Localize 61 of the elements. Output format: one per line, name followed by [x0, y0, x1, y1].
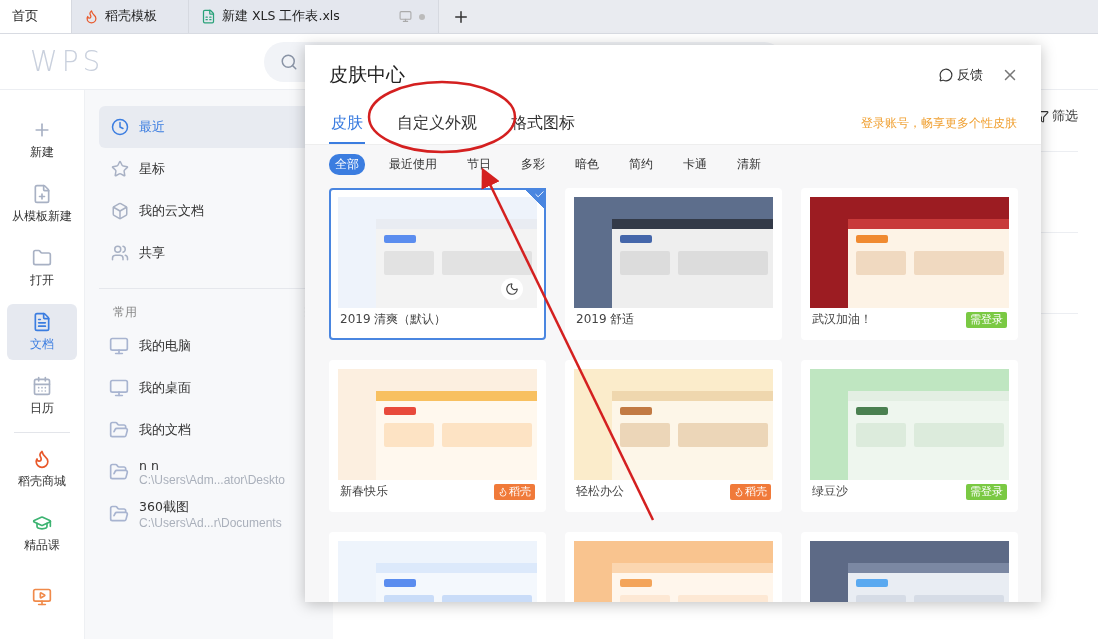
skin-card[interactable]: 2019 清爽（默认） [329, 188, 546, 340]
section-label: 常用 [113, 303, 137, 321]
tab[interactable]: 自定义外观 [395, 113, 479, 144]
checkmark-icon [534, 189, 545, 200]
skin-name: 2019 清爽（默认） [340, 311, 447, 328]
spreadsheet-icon [201, 9, 216, 24]
skin-card[interactable]: 武汉加油！ 需登录 [801, 188, 1018, 340]
docer-icon [84, 9, 99, 24]
tab[interactable]: 首页 [0, 0, 72, 33]
skin-name: 武汉加油！ [812, 311, 872, 328]
flame-icon [734, 486, 744, 497]
folder-shortcut-icon [109, 420, 129, 440]
docs-icon [32, 311, 52, 332]
open-icon [32, 247, 52, 268]
template-icon [32, 183, 52, 204]
folder-shortcut-icon [109, 462, 129, 482]
sidebar-item[interactable]: 稻壳商城 [7, 441, 77, 497]
sidebar-item[interactable]: 日历 [7, 368, 77, 424]
folder-shortcut-icon [109, 504, 129, 524]
dialog-title: 皮肤中心 [329, 62, 405, 87]
skin-badge: 稻壳 [730, 483, 771, 500]
skin-badge: 需登录 [966, 483, 1007, 500]
sidebar-item[interactable]: 打开 [7, 240, 77, 296]
sidebar-item[interactable]: 精品课 [7, 505, 77, 561]
skin-badge: 稻壳 [494, 483, 535, 500]
skin-name: 新春快乐 [340, 483, 388, 500]
category-chip[interactable]: 暗色 [569, 153, 605, 175]
skin-name: 2019 舒适 [576, 311, 635, 328]
cloud-icon [111, 202, 129, 220]
speech-bubble-icon [939, 68, 953, 82]
skin-name: 轻松办公 [576, 483, 624, 500]
share-icon [111, 244, 129, 262]
tab[interactable]: 新建 XLS 工作表.xls [189, 0, 439, 33]
skin-card[interactable]: 绿豆沙 需登录 [801, 360, 1018, 512]
sidebar-item[interactable]: 从模板新建 [7, 176, 77, 232]
category-chip[interactable]: 多彩 [515, 153, 551, 175]
category-chip[interactable]: 清新 [731, 153, 767, 175]
skin-badge: 需登录 [966, 311, 1007, 328]
recent-icon [111, 118, 129, 136]
computer-shortcut-icon [109, 336, 129, 356]
dot-icon [418, 12, 426, 21]
skin-name: 绿豆沙 [812, 483, 848, 500]
search-icon [280, 52, 299, 71]
skin-card[interactable]: 轻松办公 稻壳 [565, 360, 782, 512]
meeting-icon [32, 587, 52, 607]
category-chip[interactable]: 卡通 [677, 153, 713, 175]
category-chip[interactable]: 节日 [461, 153, 497, 175]
calendar-icon [32, 375, 52, 396]
category-chip[interactable]: 简约 [623, 153, 659, 175]
tab[interactable]: 稻壳模板 [72, 0, 189, 33]
sidebar-item[interactable]: 新建 [7, 112, 77, 168]
skin-card[interactable]: 新春快乐 稻壳 [329, 360, 546, 512]
feedback-button[interactable]: 反馈 [939, 66, 983, 84]
sidebar-item[interactable]: 文档 [7, 304, 77, 360]
flame-icon [498, 486, 508, 497]
category-chip[interactable]: 最近使用 [383, 153, 443, 175]
star-icon [111, 160, 129, 178]
category-chip[interactable]: 全部 [329, 153, 365, 175]
store-icon [32, 448, 52, 469]
desktop-shortcut-icon [109, 378, 129, 398]
skin-card[interactable]: 2019 舒适 [565, 188, 782, 340]
